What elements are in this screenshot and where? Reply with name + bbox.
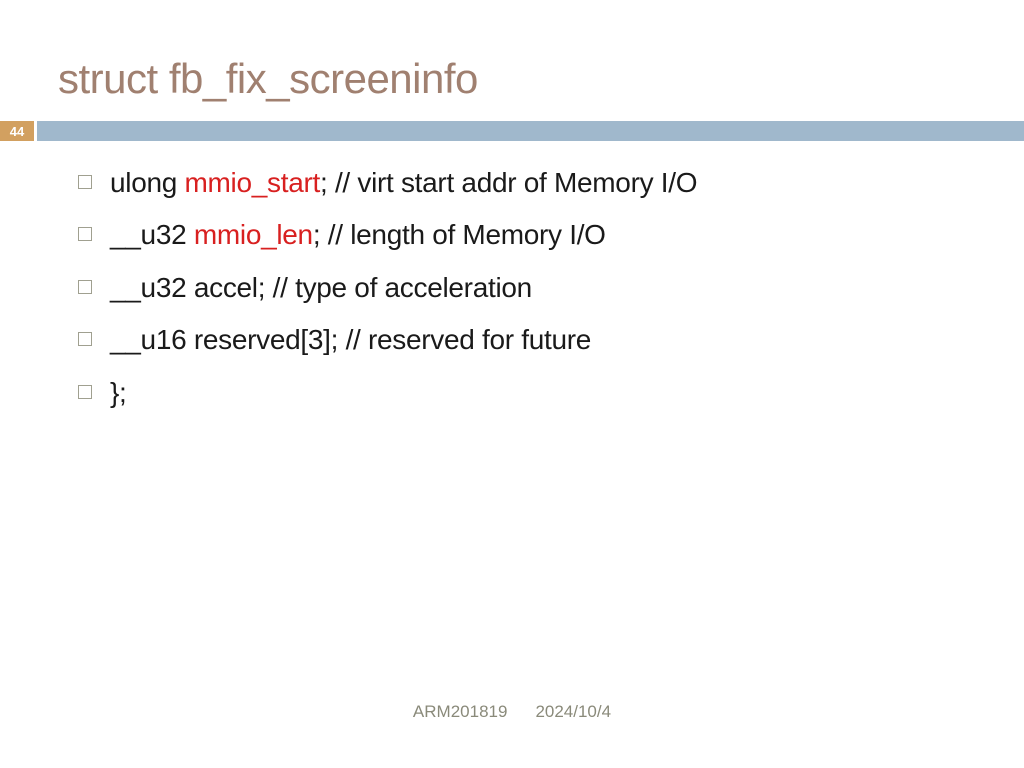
bullet-icon xyxy=(78,175,92,189)
bullet-text: }; xyxy=(110,375,127,411)
bullet-text: __u16 reserved[3]; // reserved for futur… xyxy=(110,322,591,358)
bullet-icon xyxy=(78,332,92,346)
list-item: }; xyxy=(78,375,984,411)
divider-row: 44 xyxy=(0,121,1024,141)
bullet-text: __u32 accel; // type of acceleration xyxy=(110,270,532,306)
bullet-icon xyxy=(78,385,92,399)
divider-bar xyxy=(37,121,1024,141)
footer-right: 2024/10/4 xyxy=(535,702,611,722)
slide-title: struct fb_fix_screeninfo xyxy=(0,0,1024,103)
bullet-text: __u32 mmio_len; // length of Memory I/O xyxy=(110,217,606,253)
list-item: __u32 accel; // type of acceleration xyxy=(78,270,984,306)
bullet-text: ulong mmio_start; // virt start addr of … xyxy=(110,165,697,201)
footer-left: ARM201819 xyxy=(413,702,508,722)
footer: ARM201819 2024/10/4 xyxy=(0,702,1024,722)
bullet-icon xyxy=(78,280,92,294)
page-number-badge: 44 xyxy=(0,121,34,141)
list-item: ulong mmio_start; // virt start addr of … xyxy=(78,165,984,201)
bullet-icon xyxy=(78,227,92,241)
list-item: __u16 reserved[3]; // reserved for futur… xyxy=(78,322,984,358)
list-item: __u32 mmio_len; // length of Memory I/O xyxy=(78,217,984,253)
content-area: ulong mmio_start; // virt start addr of … xyxy=(0,141,1024,411)
